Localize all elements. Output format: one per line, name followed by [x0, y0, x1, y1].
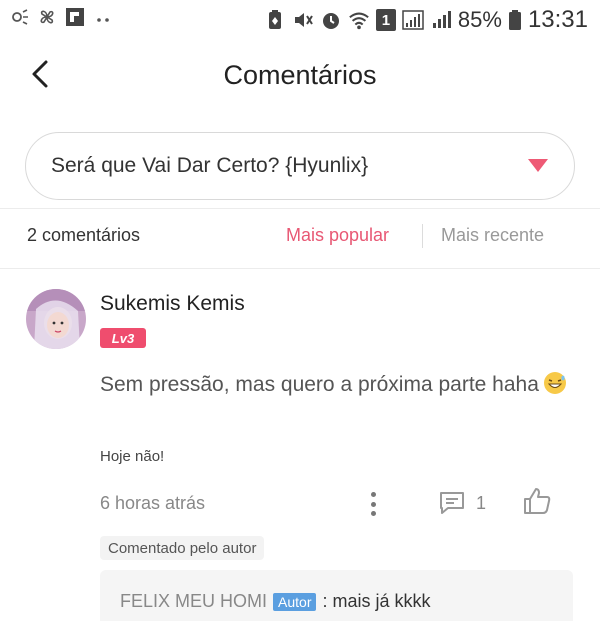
sim-icon: 1	[375, 9, 396, 31]
sort-separator	[422, 224, 423, 248]
more-dots-icon	[92, 6, 114, 28]
comment-signature: Hoje não!	[100, 448, 165, 465]
signal-icon	[430, 9, 452, 31]
grinning-sweat-emoji-icon	[543, 371, 567, 395]
like-button[interactable]	[522, 486, 552, 516]
comment-count: 2 comentários	[27, 225, 141, 245]
post-selector-dropdown[interactable]: Será que Vai Dar Certo? {Hyunlix}	[25, 132, 575, 200]
alarm-icon	[320, 9, 342, 31]
avatar[interactable]	[26, 289, 86, 349]
status-right: 1 85% 13:31	[264, 6, 588, 34]
more-options-button[interactable]	[362, 490, 384, 518]
page-title: Comentários	[223, 60, 377, 90]
dot	[370, 501, 376, 507]
mute-icon	[292, 9, 314, 31]
level-badge: Lv3	[100, 328, 146, 348]
comment-text: Sem pressão, mas quero a próxima parte h…	[100, 368, 570, 402]
author-name[interactable]: Sukemis Kemis	[100, 292, 245, 316]
reply-preview[interactable]: FELIX MEU HOMI Autor : mais já kkkk	[100, 570, 573, 621]
post-selector-label: Será que Vai Dar Certo? {Hyunlix}	[51, 154, 369, 177]
battery-icon	[508, 9, 522, 31]
battery-saver-icon	[264, 9, 286, 31]
dot	[370, 511, 376, 516]
battery-percent: 85%	[457, 7, 502, 32]
comment-icon	[440, 492, 464, 514]
notification-icon	[8, 6, 30, 28]
sort-recent-tab[interactable]: Mais recente	[441, 225, 544, 246]
comment-item: Sukemis Kemis Lv3 Sem pressão, mas quero…	[0, 270, 600, 621]
sort-bar: 2 comentários Mais popular Mais recente	[0, 210, 600, 266]
pinwheel-icon	[36, 6, 58, 28]
timestamp: 6 horas atrás	[100, 493, 206, 513]
clock: 13:31	[527, 6, 588, 33]
caret-down-icon	[528, 159, 548, 172]
wifi-icon	[348, 9, 370, 31]
thumbs-up-icon	[524, 488, 551, 514]
status-left	[8, 6, 114, 28]
sort-popular-tab[interactable]: Mais popular	[286, 225, 389, 246]
author-commented-tag: Comentado pelo autor	[100, 536, 265, 560]
reply-count: 1	[476, 492, 487, 513]
signal-icon	[402, 9, 424, 31]
reply-button[interactable]: 1	[438, 488, 498, 518]
reply-username[interactable]: FELIX MEU HOMI	[120, 591, 267, 612]
divider	[0, 268, 600, 269]
author-badge: Autor	[273, 592, 317, 611]
dot	[370, 492, 376, 497]
reply-line: FELIX MEU HOMI Autor : mais já kkkk	[120, 591, 431, 612]
reply-text: : mais já kkkk	[322, 591, 431, 611]
app-header: Comentários	[0, 40, 600, 116]
flipboard-icon	[64, 6, 86, 28]
status-bar: 1 85% 13:31	[0, 0, 600, 40]
divider	[0, 208, 600, 209]
